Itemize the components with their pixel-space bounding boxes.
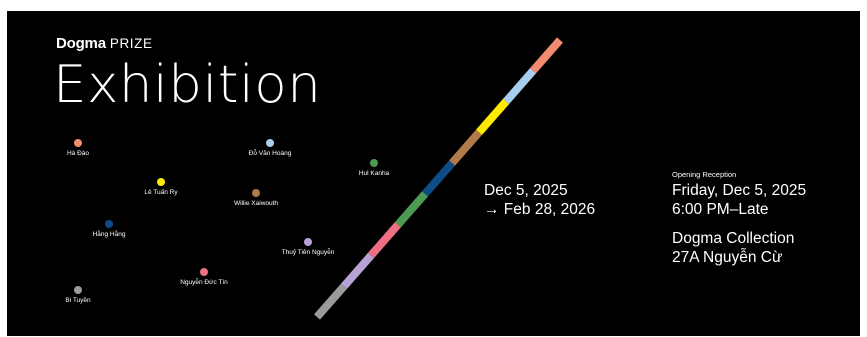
stripe-segment <box>475 98 510 135</box>
opening-reception-info: Opening Reception Friday, Dec 5, 2025 6:… <box>672 170 806 267</box>
end-date: → Feb 28, 2026 <box>484 201 596 218</box>
artist-dot <box>252 189 260 197</box>
stripe-segment <box>448 129 483 166</box>
stripe-segment <box>367 222 402 259</box>
stripe-segment <box>340 252 375 289</box>
stripe-segment <box>421 160 456 197</box>
artist-dot <box>74 286 82 294</box>
artist-name: Thuỷ Tiên Nguyễn <box>281 249 335 256</box>
artist-name: Hà Đào <box>66 150 90 157</box>
exhibition-dates: Dec 5, 2025 → Feb 28, 2026 <box>484 181 595 219</box>
artist-dot <box>370 159 378 167</box>
stripe-segment <box>502 68 537 105</box>
reception-label: Opening Reception <box>672 170 737 179</box>
venue-name: Dogma Collection <box>672 230 795 247</box>
reception-time: 6:00 PM–Late <box>672 201 769 218</box>
exhibition-banner: Dogma PRIZE Exhibition Hà Đào Đỗ Văn Hoàn… <box>7 11 860 336</box>
artist-dot <box>74 139 82 147</box>
artist-name: Lê Tuấn Ry <box>144 189 178 196</box>
artist-name: Willie Xaiwouth <box>233 200 279 207</box>
stripe-segment <box>529 37 564 74</box>
artist-name: Nguyễn Đức Tín <box>180 279 228 286</box>
artist-dot <box>266 139 274 147</box>
venue-address: 27A Nguyễn Cừ <box>672 249 783 266</box>
artist-name: Hul Kanha <box>358 170 390 177</box>
artist-dot <box>200 268 208 276</box>
reception-date: Friday, Dec 5, 2025 <box>672 182 807 199</box>
stripe-segment <box>313 283 348 320</box>
stripe-segment <box>394 191 429 228</box>
artist-name: Đỗ Văn Hoàng <box>248 150 292 157</box>
artist-name: Hằng Hằng <box>92 231 126 238</box>
artist-dot <box>157 178 165 186</box>
start-date: Dec 5, 2025 <box>484 182 568 199</box>
artist-dot <box>304 238 312 246</box>
artist-dot <box>105 220 113 228</box>
artist-name: Bi Tuyền <box>65 297 91 304</box>
